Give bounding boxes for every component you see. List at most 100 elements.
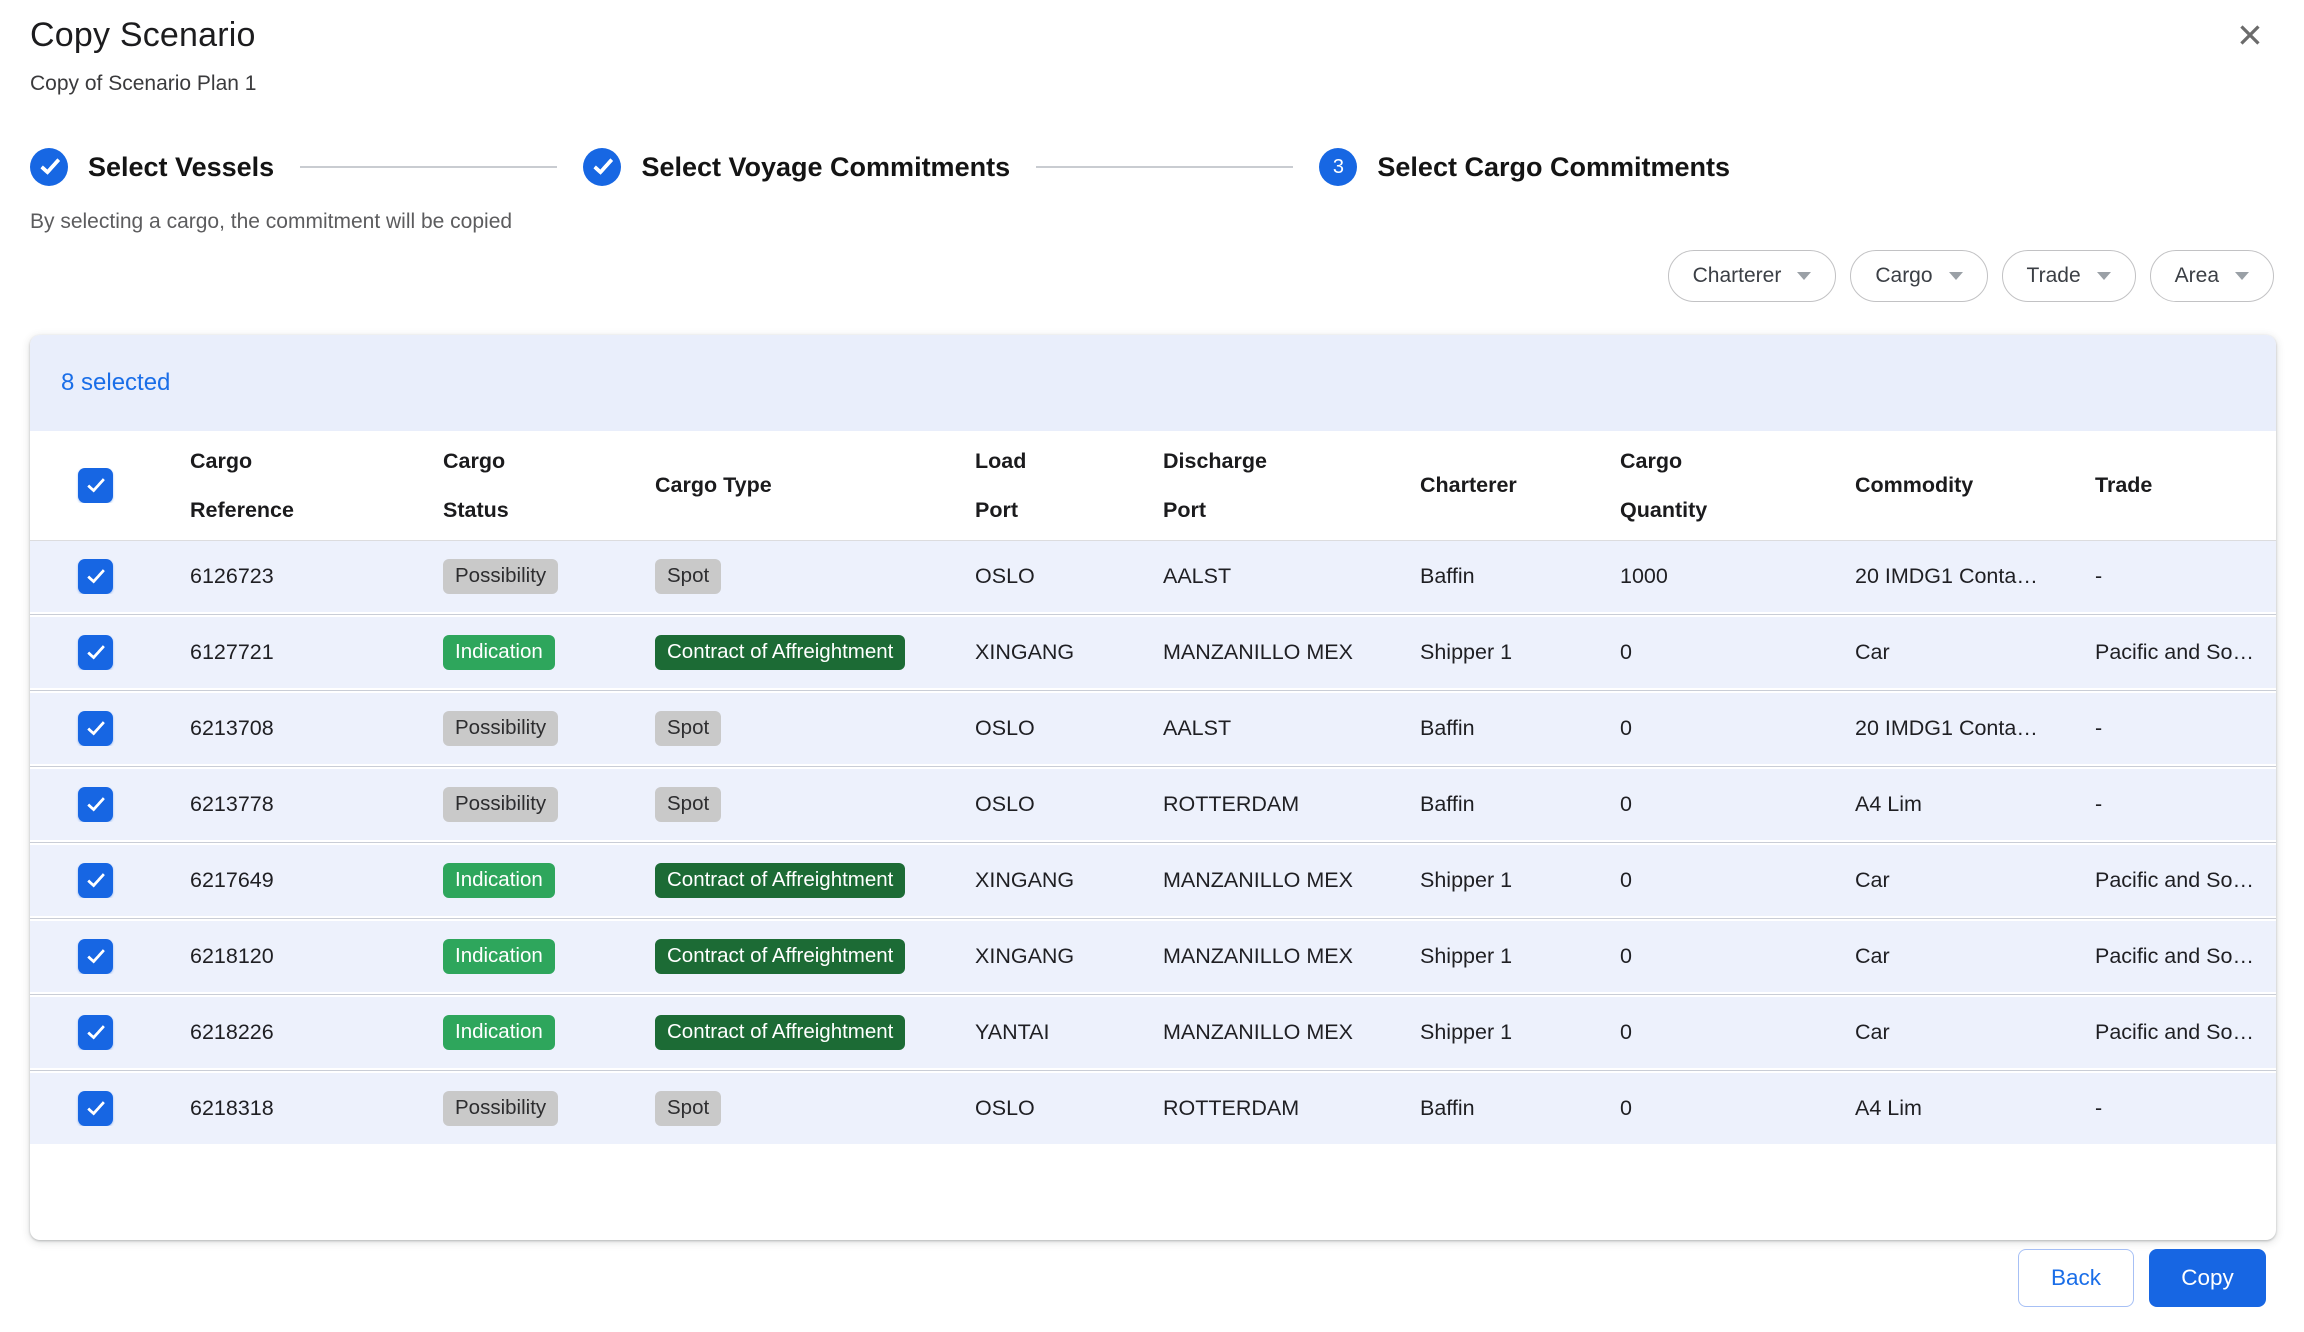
cargo-status-badge: Indication	[443, 635, 555, 671]
cell-cargo-quantity: 0	[1590, 868, 1825, 893]
cell-cargo-reference: 6127721	[160, 640, 413, 665]
column-header-load-port: LoadPort	[945, 450, 1133, 521]
filter-area[interactable]: Area	[2150, 250, 2274, 302]
cell-cargo-reference: 6126723	[160, 564, 413, 589]
cell-trade: -	[2065, 716, 2276, 741]
cargo-type-badge: Contract of Affreightment	[655, 939, 905, 975]
cargo-type-badge: Contract of Affreightment	[655, 635, 905, 671]
cell-discharge-port: AALST	[1133, 716, 1390, 741]
step-select-voyage-commitments[interactable]: Select Voyage Commitments	[583, 148, 1010, 186]
table-row[interactable]: 6218226 Indication Contract of Affreight…	[30, 997, 2276, 1068]
stepper-connector	[300, 166, 557, 168]
cargo-status-badge: Indication	[443, 1015, 555, 1051]
checkmark-icon	[40, 154, 60, 175]
cell-discharge-port: AALST	[1133, 564, 1390, 589]
filter-trade[interactable]: Trade	[2002, 250, 2136, 302]
column-header-charterer: Charterer	[1390, 474, 1590, 497]
selected-count: 8 selected	[61, 369, 170, 397]
cargo-status-badge: Indication	[443, 939, 555, 975]
cell-cargo-reference: 6218226	[160, 1020, 413, 1045]
cell-commodity: Car	[1825, 640, 2065, 665]
cell-cargo-reference: 6213708	[160, 716, 413, 741]
step-select-cargo-commitments[interactable]: 3 Select Cargo Commitments	[1319, 148, 1730, 186]
column-header-commodity: Commodity	[1825, 474, 2065, 497]
step-label: Select Cargo Commitments	[1377, 152, 1730, 183]
close-icon[interactable]: ✕	[2228, 14, 2272, 58]
row-checkbox[interactable]	[78, 635, 113, 670]
table-row[interactable]: 6127721 Indication Contract of Affreight…	[30, 617, 2276, 688]
table-row[interactable]: 6213708 Possibility Spot OSLO AALST Baff…	[30, 693, 2276, 764]
row-checkbox[interactable]	[78, 711, 113, 746]
step-completed-icon	[583, 148, 621, 186]
cell-cargo-reference: 6218120	[160, 944, 413, 969]
cell-load-port: OSLO	[945, 792, 1133, 817]
page-title: Copy Scenario	[30, 16, 256, 55]
cell-discharge-port: MANZANILLO MEX	[1133, 868, 1390, 893]
chevron-down-icon	[1949, 272, 1963, 280]
chevron-down-icon	[2097, 272, 2111, 280]
cell-load-port: XINGANG	[945, 944, 1133, 969]
checkmark-icon	[87, 717, 105, 736]
back-button[interactable]: Back	[2018, 1249, 2134, 1307]
column-header-discharge-port: DischargePort	[1133, 450, 1390, 521]
cargo-status-badge: Possibility	[443, 787, 558, 823]
cell-trade: -	[2065, 792, 2276, 817]
row-checkbox[interactable]	[78, 1015, 113, 1050]
filter-label: Trade	[2027, 264, 2081, 288]
filter-bar: Charterer Cargo Trade Area	[1668, 250, 2274, 302]
cell-trade: Pacific and So…	[2065, 640, 2276, 665]
cell-cargo-quantity: 0	[1590, 1020, 1825, 1045]
step-number-icon: 3	[1319, 148, 1357, 186]
cell-charterer: Baffin	[1390, 564, 1590, 589]
checkmark-icon	[87, 474, 105, 493]
row-checkbox[interactable]	[78, 939, 113, 974]
row-checkbox[interactable]	[78, 863, 113, 898]
row-checkbox[interactable]	[78, 787, 113, 822]
filter-cargo[interactable]: Cargo	[1850, 250, 1987, 302]
column-header-cargo-type: Cargo Type	[625, 474, 945, 497]
cell-trade: Pacific and So…	[2065, 868, 2276, 893]
cell-commodity: A4 Lim	[1825, 792, 2065, 817]
cell-discharge-port: MANZANILLO MEX	[1133, 944, 1390, 969]
stepper: Select Vessels Select Voyage Commitments…	[30, 148, 1730, 186]
row-checkbox[interactable]	[78, 559, 113, 594]
cell-load-port: OSLO	[945, 1096, 1133, 1121]
cell-charterer: Baffin	[1390, 792, 1590, 817]
cell-trade: -	[2065, 564, 2276, 589]
row-checkbox[interactable]	[78, 1091, 113, 1126]
chevron-down-icon	[1797, 272, 1811, 280]
cell-cargo-quantity: 0	[1590, 1096, 1825, 1121]
cell-commodity: Car	[1825, 1020, 2065, 1045]
cell-load-port: OSLO	[945, 716, 1133, 741]
step-label: Select Voyage Commitments	[641, 152, 1010, 183]
cargo-status-badge: Possibility	[443, 711, 558, 747]
table-row[interactable]: 6126723 Possibility Spot OSLO AALST Baff…	[30, 541, 2276, 612]
cargo-table-card: 8 selected CargoReference CargoStatus Ca…	[30, 335, 2276, 1240]
cell-commodity: Car	[1825, 868, 2065, 893]
filter-label: Area	[2175, 264, 2219, 288]
copy-button[interactable]: Copy	[2149, 1249, 2266, 1307]
column-header-cargo-reference: CargoReference	[160, 450, 413, 521]
step-select-vessels[interactable]: Select Vessels	[30, 148, 274, 186]
select-all-checkbox[interactable]	[78, 468, 113, 503]
filter-label: Cargo	[1875, 264, 1932, 288]
table-row[interactable]: 6217649 Indication Contract of Affreight…	[30, 845, 2276, 916]
cell-cargo-quantity: 0	[1590, 716, 1825, 741]
cell-charterer: Shipper 1	[1390, 944, 1590, 969]
column-header-cargo-status: CargoStatus	[413, 450, 625, 521]
table-header-row: CargoReference CargoStatus Cargo Type Lo…	[30, 431, 2276, 541]
step-completed-icon	[30, 148, 68, 186]
cell-cargo-quantity: 0	[1590, 792, 1825, 817]
table-row[interactable]: 6218318 Possibility Spot OSLO ROTTERDAM …	[30, 1073, 2276, 1144]
checkmark-icon	[87, 945, 105, 964]
table-row[interactable]: 6213778 Possibility Spot OSLO ROTTERDAM …	[30, 769, 2276, 840]
filter-charterer[interactable]: Charterer	[1668, 250, 1837, 302]
table-row[interactable]: 6218120 Indication Contract of Affreight…	[30, 921, 2276, 992]
cell-charterer: Shipper 1	[1390, 640, 1590, 665]
step-label: Select Vessels	[88, 152, 274, 183]
dialog-footer: Back Copy	[2018, 1249, 2266, 1307]
cell-charterer: Baffin	[1390, 1096, 1590, 1121]
cargo-type-badge: Contract of Affreightment	[655, 863, 905, 899]
cell-cargo-quantity: 0	[1590, 944, 1825, 969]
checkmark-icon	[87, 793, 105, 812]
